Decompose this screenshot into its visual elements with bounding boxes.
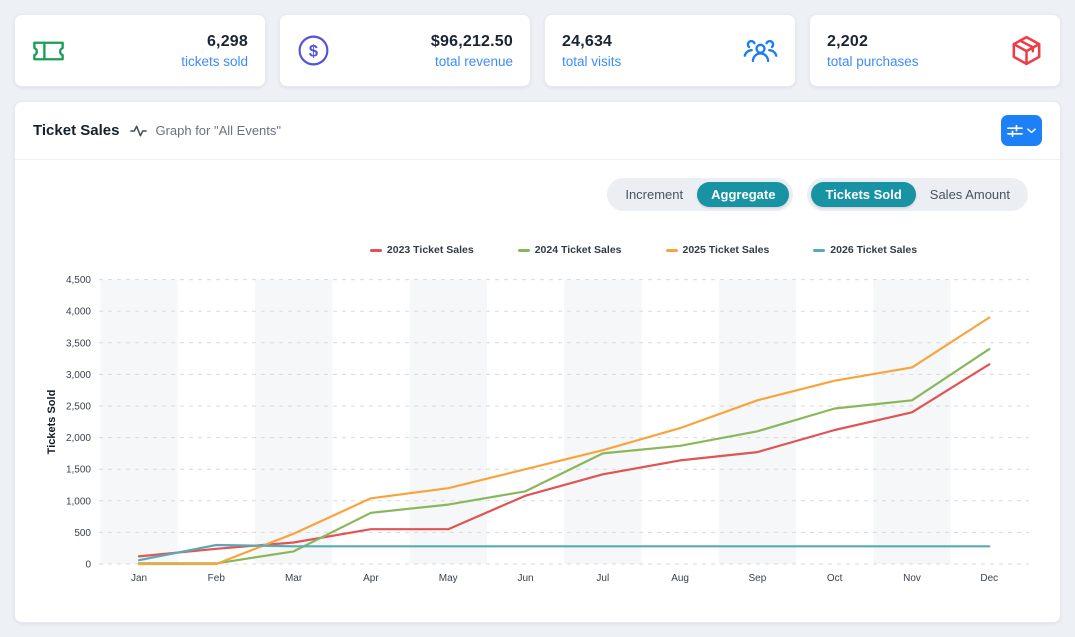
x-tick-label: Sep: [749, 573, 767, 584]
legend-label: 2026 Ticket Sales: [830, 244, 917, 256]
chart-area: 0 500 1,000 1,500 2,000 2,500 3,000 3,500 4,000 4…: [15, 272, 1060, 597]
x-tick-label: May: [439, 573, 458, 584]
legend-marker: [370, 249, 382, 252]
y-tick-label: 1,000: [66, 496, 91, 507]
toggle-tickets-sold[interactable]: Tickets Sold: [811, 182, 915, 207]
stat-value: 2,202: [827, 33, 919, 51]
legend-marker: [666, 249, 678, 252]
stat-card-total-revenue: $ $96,212.50 total revenue: [279, 14, 531, 87]
x-tick-label: Oct: [827, 573, 843, 584]
legend-label: 2023 Ticket Sales: [387, 244, 474, 256]
chart-legend: 2023 Ticket Sales 2024 Ticket Sales 2025…: [121, 244, 1075, 256]
plot-band: [873, 280, 950, 564]
ticket-sales-chart[interactable]: 0 500 1,000 1,500 2,000 2,500 3,000 3,500 4,000 4…: [15, 272, 1060, 592]
y-tick-label: 0: [85, 560, 91, 571]
x-tick-label: Jan: [131, 573, 147, 584]
chart-controls: Increment Aggregate Tickets Sold Sales A…: [15, 160, 1060, 211]
stats-row: 6,298 tickets sold $ $96,212.50 total re…: [0, 0, 1075, 87]
stat-label: total purchases: [827, 54, 919, 69]
ticket-icon: [32, 38, 65, 64]
y-tick-label: 4,500: [66, 275, 91, 286]
plot-band: [410, 280, 487, 564]
plot-band: [564, 280, 641, 564]
stat-value: 6,298: [181, 33, 248, 51]
svg-text:$: $: [309, 42, 318, 60]
package-icon: [1010, 34, 1043, 67]
people-icon: [743, 36, 778, 65]
legend-marker: [518, 249, 530, 252]
legend-item-2024[interactable]: 2024 Ticket Sales: [518, 244, 622, 256]
y-axis-title: Tickets Sold: [46, 390, 58, 455]
toggle-increment[interactable]: Increment: [611, 182, 697, 207]
legend-label: 2025 Ticket Sales: [683, 244, 770, 256]
stat-card-total-visits: 24,634 total visits: [544, 14, 796, 87]
stat-value: $96,212.50: [431, 33, 513, 51]
legend-label: 2024 Ticket Sales: [535, 244, 622, 256]
x-tick-label: Mar: [285, 573, 303, 584]
stat-value: 24,634: [562, 33, 621, 51]
metric-toggle-group: Tickets Sold Sales Amount: [807, 178, 1028, 211]
x-tick-label: Aug: [671, 573, 689, 584]
plot-band: [100, 280, 177, 564]
x-tick-label: Dec: [980, 573, 998, 584]
activity-icon: [130, 124, 147, 138]
plot-band: [719, 280, 796, 564]
toggle-sales-amount[interactable]: Sales Amount: [916, 182, 1024, 207]
stat-card-tickets-sold: 6,298 tickets sold: [14, 14, 266, 87]
dollar-coin-icon: $: [297, 34, 330, 67]
legend-marker: [813, 249, 825, 252]
stat-label: total revenue: [431, 54, 513, 69]
y-tick-label: 3,500: [66, 338, 91, 349]
toggle-aggregate[interactable]: Aggregate: [697, 182, 789, 207]
x-tick-label: Nov: [903, 573, 921, 584]
sliders-icon: [1007, 124, 1023, 138]
stat-card-total-purchases: 2,202 total purchases: [809, 14, 1061, 87]
chart-settings-button[interactable]: [1001, 115, 1042, 146]
x-tick-label: Jul: [596, 573, 609, 584]
x-tick-label: Jun: [517, 573, 533, 584]
y-tick-label: 4,000: [66, 307, 91, 318]
legend-item-2026[interactable]: 2026 Ticket Sales: [813, 244, 917, 256]
x-tick-label: Apr: [363, 573, 379, 584]
y-tick-label: 2,500: [66, 402, 91, 413]
ticket-sales-panel: Ticket Sales Graph for "All Events" In: [14, 101, 1061, 623]
stat-label: total visits: [562, 54, 621, 69]
y-tick-label: 1,500: [66, 465, 91, 476]
panel-header: Ticket Sales Graph for "All Events": [15, 102, 1060, 160]
y-tick-label: 2,000: [66, 433, 91, 444]
stat-label: tickets sold: [181, 54, 248, 69]
panel-subtitle: Graph for "All Events": [155, 123, 281, 138]
y-tick-label: 500: [74, 528, 91, 539]
legend-item-2025[interactable]: 2025 Ticket Sales: [666, 244, 770, 256]
x-tick-label: Feb: [208, 573, 226, 584]
mode-toggle-group: Increment Aggregate: [607, 178, 793, 211]
chevron-down-icon: [1027, 128, 1036, 134]
legend-item-2023[interactable]: 2023 Ticket Sales: [370, 244, 474, 256]
y-tick-label: 3,000: [66, 370, 91, 381]
page-title: Ticket Sales: [33, 122, 119, 139]
